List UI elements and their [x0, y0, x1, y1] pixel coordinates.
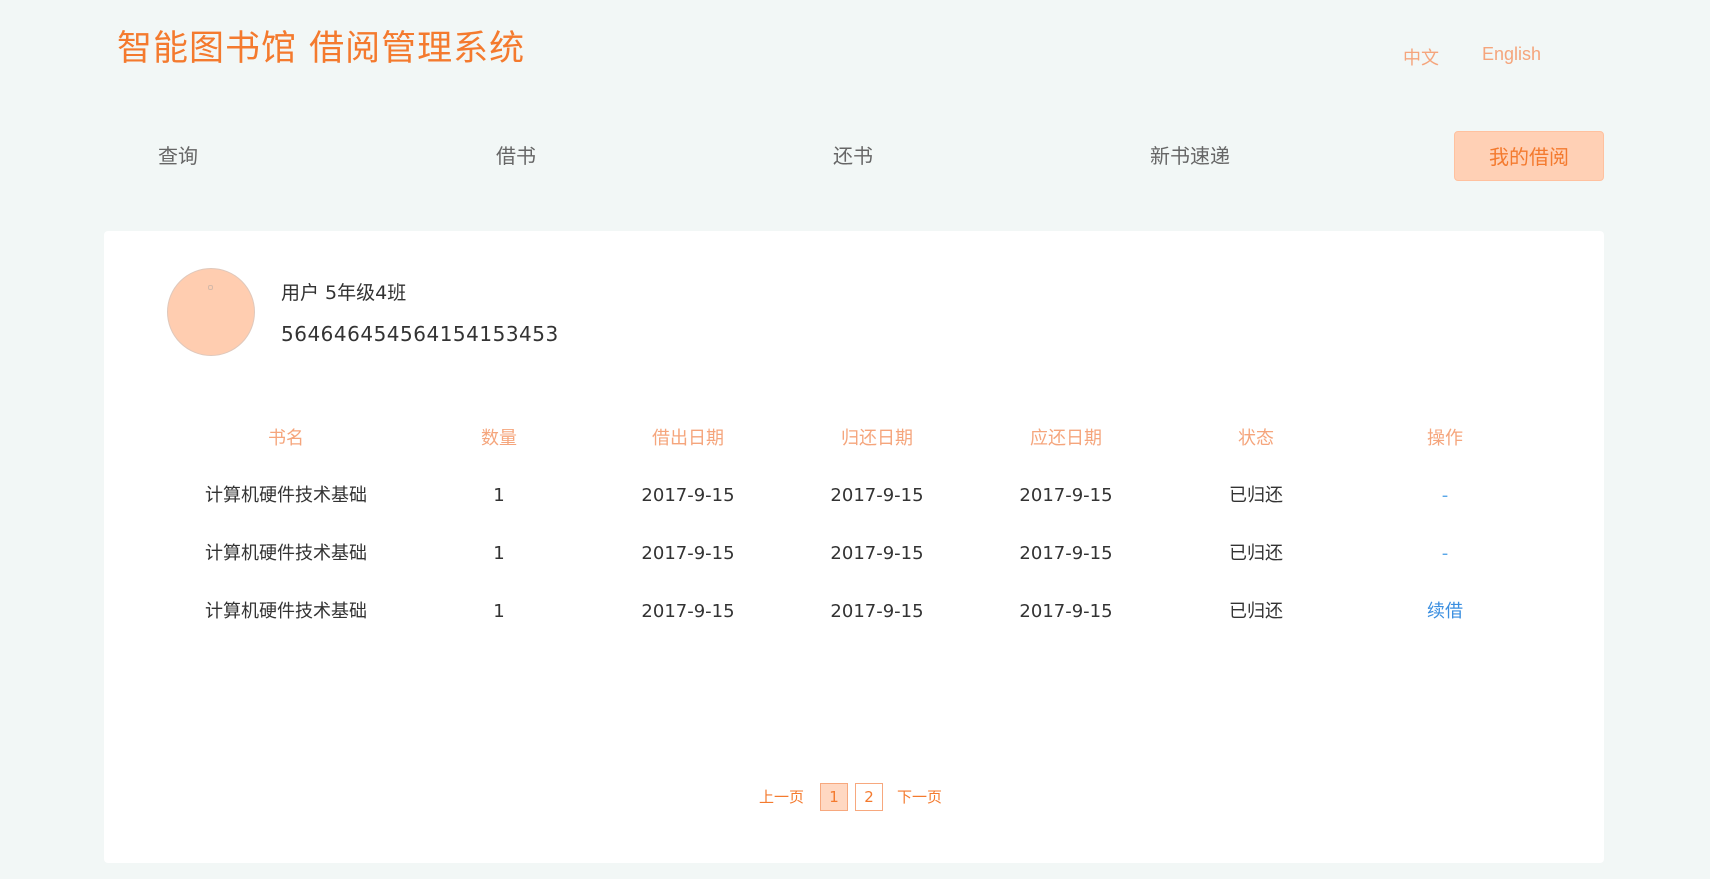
nav-query[interactable]: 查询 — [158, 131, 198, 181]
table-row: 计算机硬件技术基础 1 2017-9-15 2017-9-15 2017-9-1… — [104, 525, 1604, 583]
avatar — [167, 268, 255, 356]
borrowing-card: 用户 5年级4班 564646454564154153453 书名 数量 借出日… — [104, 231, 1604, 863]
borrowing-table: 书名 数量 借出日期 归还日期 应还日期 状态 操作 计算机硬件技术基础 1 2… — [104, 411, 1604, 641]
col-return-date-header: 归还日期 — [841, 428, 913, 449]
lang-en-link[interactable]: English — [1482, 44, 1541, 65]
nav-borrow[interactable]: 借书 — [496, 131, 536, 181]
cell-borrow-date: 2017-9-15 — [641, 485, 735, 506]
cell-borrow-date: 2017-9-15 — [641, 601, 735, 622]
cell-return-date: 2017-9-15 — [830, 601, 924, 622]
cell-action: - — [1441, 485, 1449, 506]
cell-title: 计算机硬件技术基础 — [205, 601, 367, 622]
lang-zh-link[interactable]: 中文 — [1403, 44, 1439, 70]
next-page-button[interactable]: 下一页 — [897, 783, 942, 811]
col-qty-header: 数量 — [481, 428, 517, 449]
cell-status: 已归还 — [1229, 485, 1283, 506]
pagination: 上一页 1 2 下一页 — [104, 783, 1604, 811]
app-logo: 智能图书馆 借阅管理系统 — [117, 29, 526, 69]
user-card-number: 564646454564154153453 — [281, 322, 559, 346]
page-1-button[interactable]: 1 — [820, 783, 848, 811]
table-row: 计算机硬件技术基础 1 2017-9-15 2017-9-15 2017-9-1… — [104, 583, 1604, 641]
col-status-header: 状态 — [1238, 428, 1274, 449]
table-header: 书名 数量 借出日期 归还日期 应还日期 状态 操作 — [104, 411, 1604, 467]
page-2-button[interactable]: 2 — [855, 783, 883, 811]
cell-action: - — [1441, 543, 1449, 564]
main-nav: 查询 借书 还书 新书速递 我的借阅 — [0, 131, 1710, 181]
cell-title: 计算机硬件技术基础 — [205, 543, 367, 564]
user-name: 用户 5年级4班 — [281, 282, 407, 304]
renew-link[interactable]: 续借 — [1427, 583, 1463, 641]
col-title-header: 书名 — [268, 428, 304, 449]
cell-due-date: 2017-9-15 — [1019, 485, 1113, 506]
table-row: 计算机硬件技术基础 1 2017-9-15 2017-9-15 2017-9-1… — [104, 467, 1604, 525]
cell-return-date: 2017-9-15 — [830, 485, 924, 506]
cell-status: 已归还 — [1229, 601, 1283, 622]
cell-title: 计算机硬件技术基础 — [205, 485, 367, 506]
nav-my-borrowing[interactable]: 我的借阅 — [1454, 131, 1604, 181]
cell-qty: 1 — [493, 601, 505, 622]
cell-borrow-date: 2017-9-15 — [641, 543, 735, 564]
cell-status: 已归还 — [1229, 543, 1283, 564]
col-action-header: 操作 — [1427, 428, 1463, 449]
col-due-date-header: 应还日期 — [1030, 428, 1102, 449]
cell-qty: 1 — [493, 485, 505, 506]
nav-return[interactable]: 还书 — [833, 131, 873, 181]
prev-page-button[interactable]: 上一页 — [759, 783, 804, 811]
cell-qty: 1 — [493, 543, 505, 564]
cell-return-date: 2017-9-15 — [830, 543, 924, 564]
cell-due-date: 2017-9-15 — [1019, 543, 1113, 564]
nav-new-books[interactable]: 新书速递 — [1150, 131, 1230, 181]
cell-due-date: 2017-9-15 — [1019, 601, 1113, 622]
col-borrow-date-header: 借出日期 — [652, 428, 724, 449]
avatar-placeholder-icon — [208, 285, 213, 290]
